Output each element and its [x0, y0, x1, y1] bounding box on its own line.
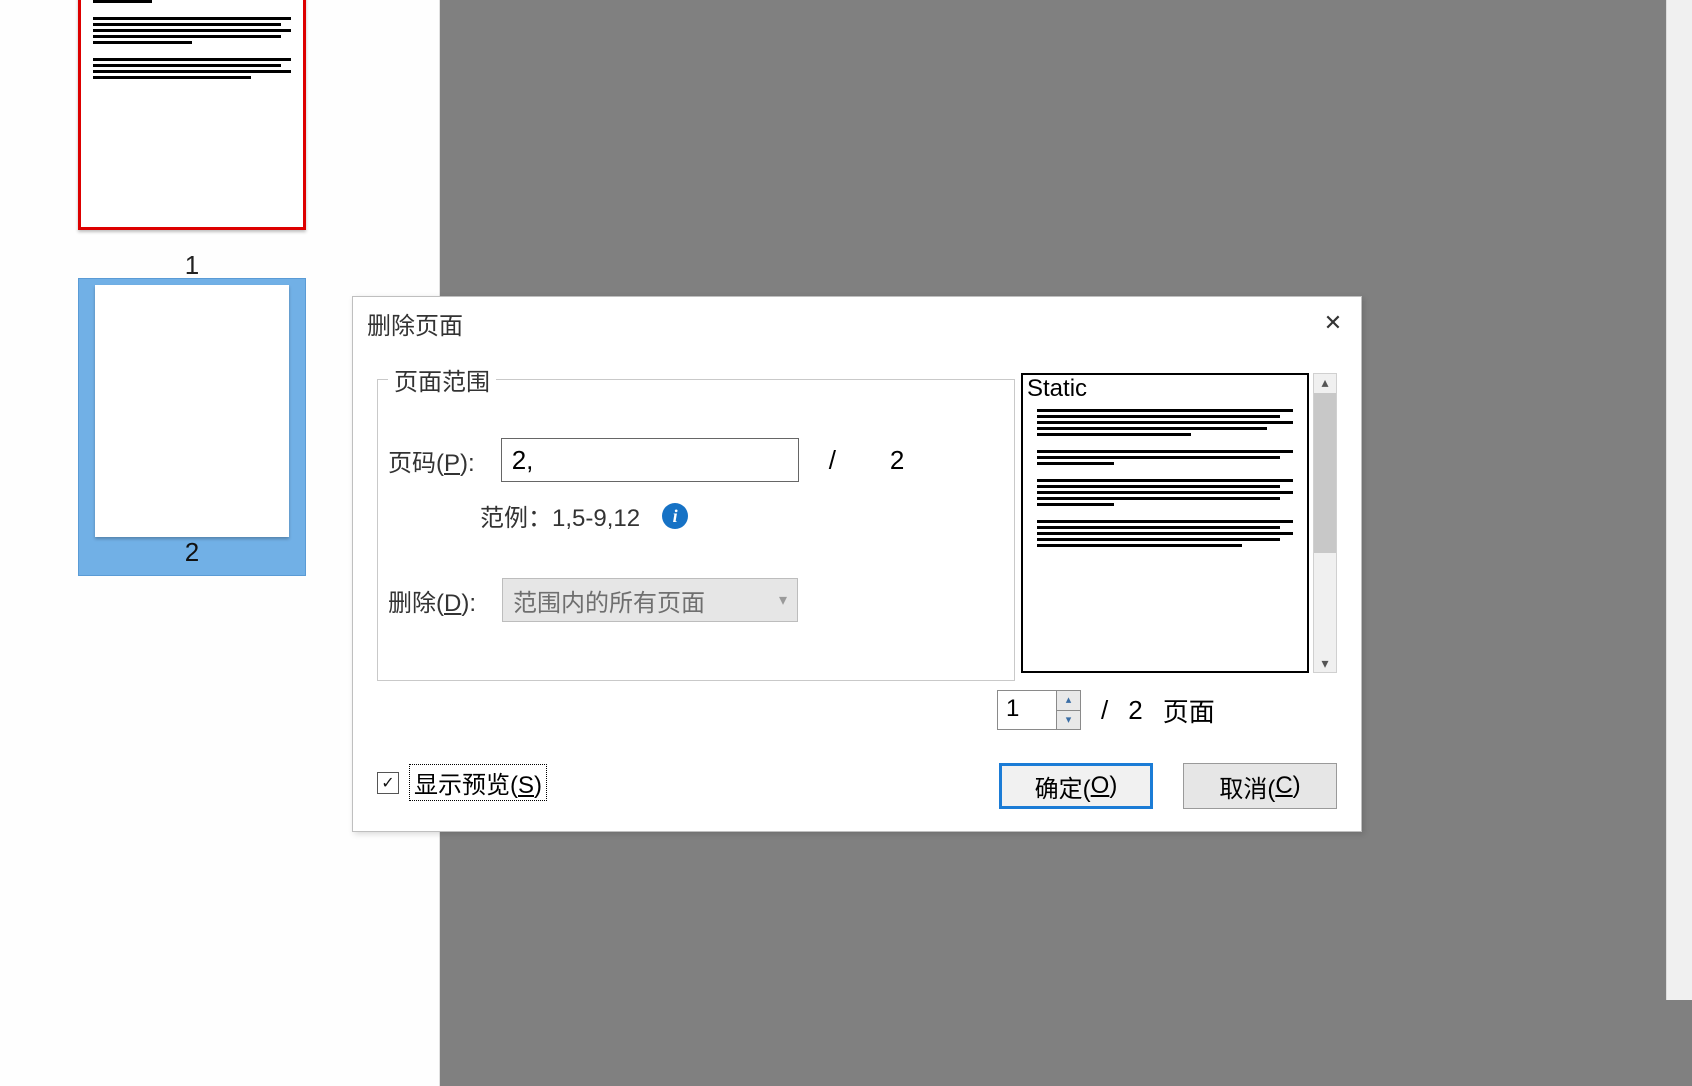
close-icon[interactable]: ✕: [1321, 310, 1345, 336]
dialog-title: 删除页面: [367, 306, 463, 341]
thumbnail-page-2[interactable]: 2: [78, 278, 306, 576]
scroll-down-icon[interactable]: ▾: [1314, 655, 1336, 672]
dialog-titlebar[interactable]: 删除页面 ✕: [353, 297, 1361, 349]
preview-page-nav: 1 ▴ ▾ / 2 页面: [997, 689, 1337, 731]
preview-page-spinner[interactable]: 1 ▴ ▾: [997, 690, 1081, 730]
thumbnail-page-2-selection: [78, 278, 306, 576]
thumbnail-page-1-label: 1: [78, 250, 306, 281]
thumbnail-page-1-preview: [78, 0, 306, 230]
thumbnail-page-2-preview: [95, 285, 289, 537]
page-range-groupbox: 页面范围 页码(P): / 2 范例：1,5-9,12 i 删除(D): 范围内…: [377, 379, 1015, 681]
spinner-slash: /: [1101, 695, 1108, 726]
show-preview-checkbox[interactable]: ✓: [377, 772, 399, 794]
spinner-unit: 页面: [1163, 692, 1215, 729]
scroll-thumb[interactable]: [1314, 393, 1336, 553]
delete-scope-label: 删除(D):: [388, 583, 476, 618]
preview-pane: Static: [1021, 373, 1309, 673]
viewer-scrollbar[interactable]: [1666, 0, 1692, 1000]
scroll-up-icon[interactable]: ▴: [1314, 374, 1336, 391]
page-number-label: 页码(P):: [388, 443, 475, 478]
thumbnail-page-1[interactable]: 1: [78, 0, 306, 281]
spinner-down-icon[interactable]: ▾: [1057, 710, 1080, 730]
preview-scrollbar[interactable]: ▴ ▾: [1313, 373, 1337, 673]
show-preview-label[interactable]: 显示预览(S): [409, 764, 547, 801]
thumbnail-page-2-label: 2: [78, 537, 306, 568]
info-icon[interactable]: i: [662, 503, 688, 529]
page-range-legend: 页面范围: [388, 362, 496, 397]
example-text: 范例：1,5-9,12: [480, 498, 640, 533]
spinner-value[interactable]: 1: [998, 691, 1056, 729]
spinner-total: 2: [1128, 695, 1142, 726]
page-range-example: 范例：1,5-9,12 i: [480, 498, 688, 533]
delete-pages-dialog: 删除页面 ✕ 页面范围 页码(P): / 2 范例：1,5-9,12 i 删除(…: [352, 296, 1362, 832]
delete-scope-combo[interactable]: 范围内的所有页面 ▾: [502, 578, 798, 622]
page-slash: /: [829, 445, 836, 476]
chevron-down-icon: ▾: [779, 590, 787, 610]
delete-scope-value: 范围内的所有页面: [513, 583, 705, 618]
page-number-input[interactable]: [501, 438, 799, 482]
ok-button[interactable]: 确定(O): [999, 763, 1153, 809]
spinner-up-icon[interactable]: ▴: [1057, 691, 1080, 710]
show-preview-checkbox-row: ✓ 显示预览(S): [377, 764, 547, 801]
page-total: 2: [890, 445, 904, 476]
cancel-button[interactable]: 取消(C): [1183, 763, 1337, 809]
preview-caption: Static: [1027, 375, 1087, 403]
